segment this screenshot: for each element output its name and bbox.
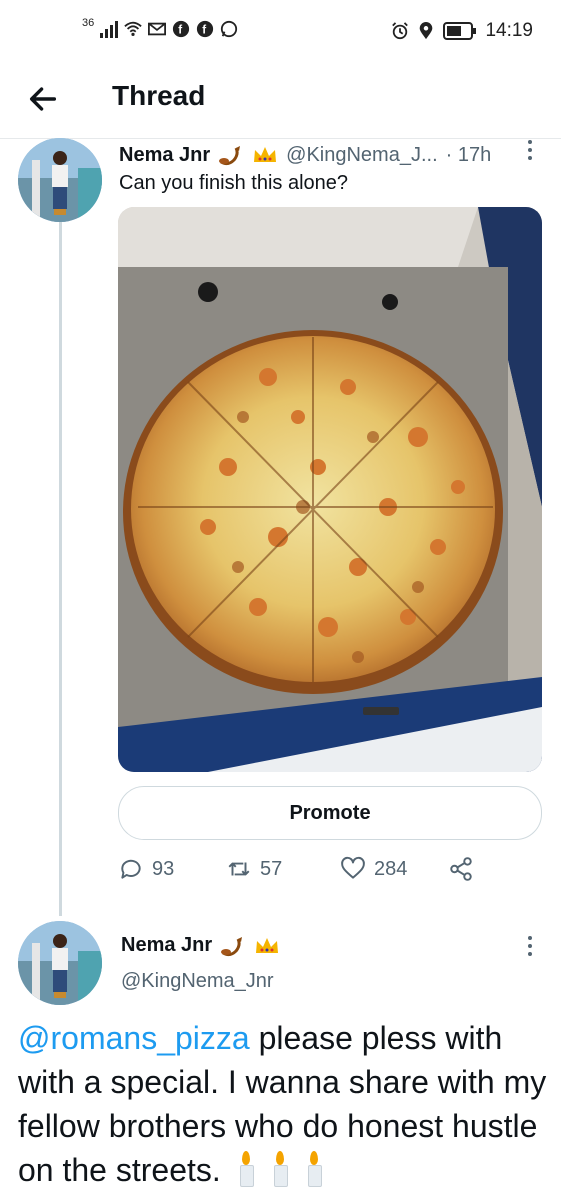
avatar-photo [18,138,102,222]
tweet-actions: 93 57 284 [118,856,538,888]
page-title: Thread [112,80,206,111]
display-name[interactable]: Nema Jnr [119,144,210,167]
more-options-icon[interactable] [524,934,536,958]
pizza-image [118,207,542,772]
share-icon [450,857,472,881]
reply-count: 93 [152,857,175,880]
reply-button[interactable]: 93 [118,856,174,882]
whatsapp-icon [221,20,238,38]
facebook-icon: f [173,20,190,38]
alarm-icon [392,22,409,40]
scorpion-emoji-icon [219,146,241,166]
retweet-icon [228,862,250,876]
avatar[interactable] [18,138,102,222]
display-name[interactable]: Nema Jnr [121,934,212,957]
clock: 14:19 [485,20,533,41]
tweet-photo[interactable] [118,207,542,772]
like-button[interactable]: 284 [340,856,407,882]
promote-button[interactable]: Promote [118,786,542,840]
retweet-count: 57 [260,857,283,880]
mail-icon [148,22,167,36]
svg-text:f: f [179,24,183,37]
more-options-icon[interactable] [524,138,536,162]
reply-icon [121,859,141,879]
tweet-text: @romans_pizza please pless with with a s… [18,1016,548,1192]
location-icon [420,22,433,40]
like-icon [341,856,365,879]
like-count: 284 [374,857,408,880]
avatar-photo [18,921,102,1005]
mention-link[interactable]: @romans_pizza [18,1020,250,1056]
retweet-button[interactable]: 57 [226,856,282,882]
candle-emoji-icon [271,1151,289,1187]
wifi-icon [124,21,142,37]
battery-icon [443,22,477,40]
scorpion-emoji-icon [221,936,243,956]
tweet-header: Nema Jnr @KingNema_J... · 17h [119,141,549,169]
crown-emoji-icon [256,937,279,953]
tweet-header: Nema Jnr [121,934,280,957]
share-button[interactable] [448,856,474,882]
status-right: 14:19 [391,20,533,42]
timestamp[interactable]: · 17h [446,144,492,167]
handle[interactable]: @KingNema_J... [286,144,437,167]
avatar[interactable] [18,921,102,1005]
handle[interactable]: @KingNema_Jnr [121,970,274,993]
network-type: 36 [82,17,95,29]
thread-connector-line [59,222,62,916]
status-left: 36 f f [82,17,238,38]
top-app-bar: Thread [0,62,561,139]
signal-icon [100,20,119,38]
status-bar: 36 f f 14:19 [0,0,561,62]
svg-text:f: f [203,24,207,37]
candle-emoji-icon [305,1151,323,1187]
tweet-text: Can you finish this alone? [119,172,349,194]
facebook-icon: f [197,20,214,38]
back-arrow-icon[interactable] [26,82,60,116]
candle-emoji-icon [237,1151,255,1187]
crown-emoji-icon [254,147,277,162]
